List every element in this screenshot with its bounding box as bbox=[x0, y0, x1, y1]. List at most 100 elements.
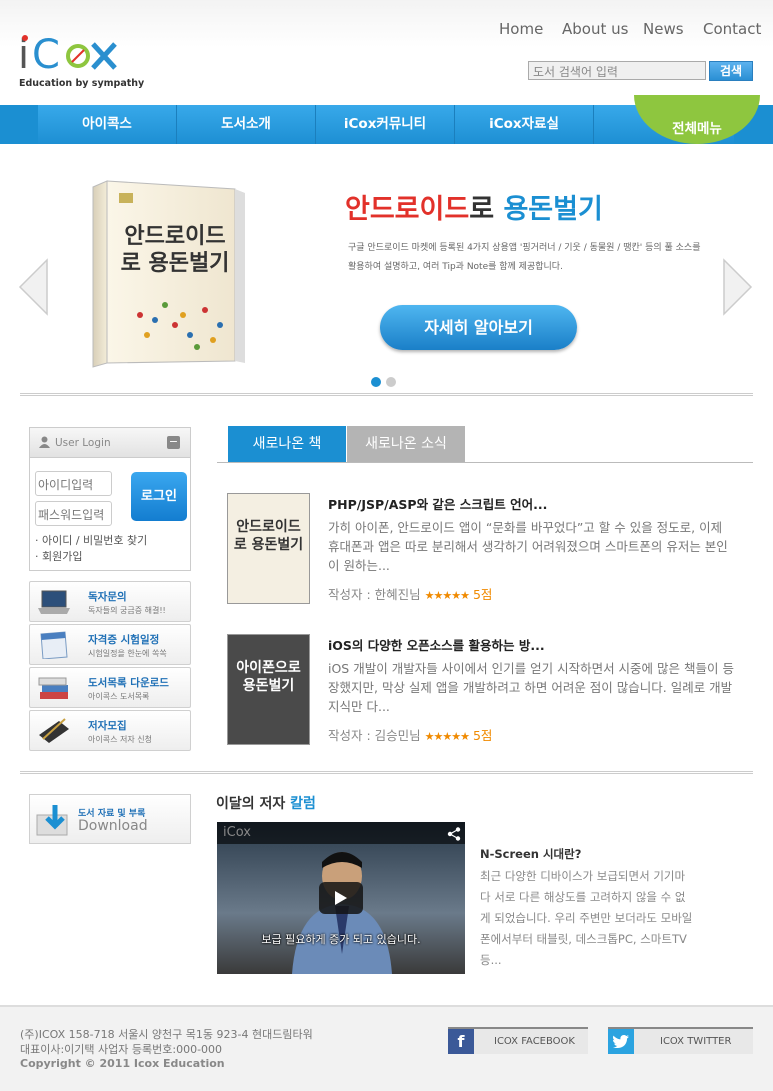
find-link-text: 아이디 / 비밀번호 찾기 bbox=[42, 534, 148, 547]
book-author: 작성자 : 김승민님 bbox=[328, 728, 421, 743]
book-meta-2: 작성자 : 김승민님 ★★★★★ 5점 bbox=[328, 725, 492, 744]
book-meta-1: 작성자 : 한혜진님 ★★★★★ 5점 bbox=[328, 584, 492, 603]
column-title: 이달의 저자 칼럼 bbox=[216, 793, 316, 813]
books-icon bbox=[38, 677, 68, 699]
facebook-button[interactable]: f ICOX FACEBOOK bbox=[448, 1027, 588, 1054]
menu-item-books[interactable]: 도서소개 bbox=[177, 105, 316, 144]
quicklink-author-recruit[interactable]: 저자모집 아이콕스 저자 신청 bbox=[29, 710, 191, 751]
column-title-b: 칼럼 bbox=[290, 796, 316, 812]
play-button[interactable] bbox=[319, 882, 363, 914]
login-box: User Login − 아이디입력 패스워드입력 로그인 · 아이디 / 비밀… bbox=[29, 427, 191, 571]
twitter-button[interactable]: ICOX TWITTER bbox=[608, 1027, 753, 1054]
footer-copyright: Copyright © 2011 Icox Education bbox=[20, 1057, 225, 1070]
star-rating-icon: ★★★★★ bbox=[424, 589, 470, 602]
slide-dot-1[interactable] bbox=[371, 377, 381, 387]
facebook-icon: f bbox=[448, 1029, 474, 1054]
search-input[interactable]: 도서 검색어 입력 bbox=[528, 61, 706, 80]
join-link[interactable]: · 회원가입 bbox=[35, 548, 82, 564]
menu-item-icox[interactable]: 아이콕스 bbox=[38, 105, 177, 144]
svg-text:C: C bbox=[32, 32, 60, 77]
download-button[interactable]: 도서 자료 및 부록 Download bbox=[29, 794, 191, 844]
column-title-a: 이달의 저자 bbox=[216, 796, 291, 812]
twitter-label: ICOX TWITTER bbox=[660, 1036, 732, 1047]
book-author: 작성자 : 한혜진님 bbox=[328, 587, 421, 602]
login-header: User Login − bbox=[30, 428, 190, 458]
book-cover-2[interactable]: 아이폰으로 용돈벌기 bbox=[227, 634, 310, 745]
video-player[interactable]: iCox 보급 필요하게 증가 되고 있습니다. bbox=[217, 822, 465, 974]
slide-title: 안드로이드로 용돈벌기 bbox=[345, 187, 603, 226]
nav-contact[interactable]: Contact bbox=[703, 20, 761, 38]
footer-business-info: 대표이사:이기택 사업자 등록번호:000-000 bbox=[20, 1043, 223, 1056]
slide-dot-2[interactable] bbox=[386, 377, 396, 387]
divider bbox=[20, 393, 753, 396]
slide-book-cover: 안드로이드로 용돈벌기 bbox=[85, 175, 255, 373]
main-menu-inner: 아이콕스 도서소개 iCox커뮤니티 iCox자료실 전체메뉴 bbox=[38, 95, 760, 144]
quicklink-title: 독자문의 bbox=[88, 591, 127, 603]
calendar-icon bbox=[40, 631, 68, 659]
quicklink-reader-inquiry[interactable]: 독자문의 독자들의 궁금증 해결!! bbox=[29, 581, 191, 622]
notebook-pen-icon bbox=[39, 718, 69, 743]
all-menu-button[interactable]: 전체메뉴 bbox=[634, 95, 760, 144]
facebook-label: ICOX FACEBOOK bbox=[494, 1036, 575, 1047]
download-icon bbox=[36, 805, 68, 836]
tab-new-books[interactable]: 새로나온 책 bbox=[228, 426, 346, 462]
password-input[interactable]: 패스워드입력 bbox=[35, 501, 112, 526]
quicklink-catalog-download[interactable]: 도서목록 다운로드 아이콕스 도서목록 bbox=[29, 667, 191, 708]
video-topbar bbox=[217, 822, 465, 844]
main-menu-bar: 아이콕스 도서소개 iCox커뮤니티 iCox자료실 전체메뉴 bbox=[0, 95, 773, 144]
slide-title-part2: 로 bbox=[469, 194, 504, 225]
book-title-1[interactable]: PHP/JSP/ASP와 같은 스크립트 언어... bbox=[328, 494, 547, 513]
slide-next-arrow-icon[interactable] bbox=[723, 258, 753, 316]
column-post-title[interactable]: N-Screen 시대란? bbox=[480, 846, 581, 862]
icox-logo[interactable]: i C Education by sympathy bbox=[18, 32, 144, 92]
book-cover-1[interactable]: 안드로이드로 용돈벌기 bbox=[227, 493, 310, 604]
quicklink-exam-schedule[interactable]: 자격증 시험일정 시험일정을 한눈에 쏙쏙 bbox=[29, 624, 191, 665]
slide-prev-arrow-icon[interactable] bbox=[18, 258, 48, 316]
tab-underline bbox=[217, 462, 753, 463]
quicklink-sub: 독자들의 궁금증 해결!! bbox=[88, 606, 166, 615]
video-logo: iCox bbox=[223, 825, 251, 840]
nav-news[interactable]: News bbox=[643, 20, 684, 38]
user-id-input[interactable]: 아이디입력 bbox=[35, 471, 112, 496]
user-icon bbox=[39, 436, 50, 448]
nav-home[interactable]: Home bbox=[499, 20, 543, 38]
slide-title-part3: 용돈벌기 bbox=[503, 194, 603, 225]
find-id-password-link[interactable]: · 아이디 / 비밀번호 찾기 bbox=[35, 532, 147, 548]
book-score: 5점 bbox=[472, 728, 493, 743]
nav-about-us[interactable]: About us bbox=[562, 20, 628, 38]
learn-more-button[interactable]: 자세히 알아보기 bbox=[380, 305, 577, 350]
login-button[interactable]: 로그인 bbox=[131, 472, 187, 521]
quicklink-title: 저자모집 bbox=[88, 720, 127, 732]
collapse-icon[interactable]: − bbox=[167, 436, 180, 449]
slide-description: 구글 안드로이드 마켓에 등록된 4가지 상용앱 '핑거러너 / 기웃 / 동물… bbox=[348, 243, 701, 272]
play-icon bbox=[335, 891, 347, 905]
quicklink-sub: 아이콕스 도서목록 bbox=[88, 692, 150, 701]
share-icon[interactable] bbox=[447, 827, 461, 841]
twitter-icon bbox=[608, 1029, 634, 1054]
star-rating-icon: ★★★★★ bbox=[424, 730, 470, 743]
divider bbox=[20, 771, 753, 774]
laptop-icon bbox=[38, 590, 70, 614]
download-label: Download bbox=[78, 818, 148, 834]
search-button[interactable]: 검색 bbox=[709, 61, 753, 81]
quicklink-sub: 시험일정을 한눈에 쏙쏙 bbox=[88, 649, 167, 658]
logo-mark-icon: i C bbox=[18, 32, 117, 77]
menu-item-archive[interactable]: iCox자료실 bbox=[455, 105, 594, 144]
book-desc-1: 가히 아이폰, 안드로이드 앱이 “문화를 바꾸었다”고 할 수 있을 정도로,… bbox=[328, 520, 728, 573]
quicklink-sub: 아이콕스 저자 신청 bbox=[88, 735, 152, 744]
video-caption: 보급 필요하게 증가 되고 있습니다. bbox=[261, 933, 421, 946]
tagline: Education by sympathy bbox=[19, 78, 145, 89]
book-title-2[interactable]: iOS의 다양한 오픈소스를 활용하는 방... bbox=[328, 635, 545, 654]
footer-address: (주)ICOX 158-718 서울시 양천구 목1동 923-4 현대드림타워 bbox=[20, 1028, 313, 1041]
book-score: 5점 bbox=[472, 587, 493, 602]
book-desc-2: iOS 개발이 개발자들 사이에서 인기를 얻기 시작하면서 시중에 많은 책들… bbox=[328, 661, 734, 714]
book-cover-title: 아이폰으로 용돈벌기 bbox=[236, 660, 301, 694]
join-link-text: 회원가입 bbox=[42, 550, 83, 563]
slide-cover-title: 안드로이드로 용돈벌기 bbox=[120, 224, 230, 276]
tab-new-news[interactable]: 새로나온 소식 bbox=[347, 426, 465, 462]
quicklink-title: 도서목록 다운로드 bbox=[88, 677, 169, 689]
quicklink-title: 자격증 시험일정 bbox=[88, 634, 160, 646]
slide-title-part1: 안드로이드 bbox=[345, 194, 470, 225]
column-post-text: 최근 다양한 디바이스가 보급되면서 기기마다 서로 다른 해상도를 고려하지 … bbox=[480, 869, 693, 967]
menu-item-community[interactable]: iCox커뮤니티 bbox=[316, 105, 455, 144]
